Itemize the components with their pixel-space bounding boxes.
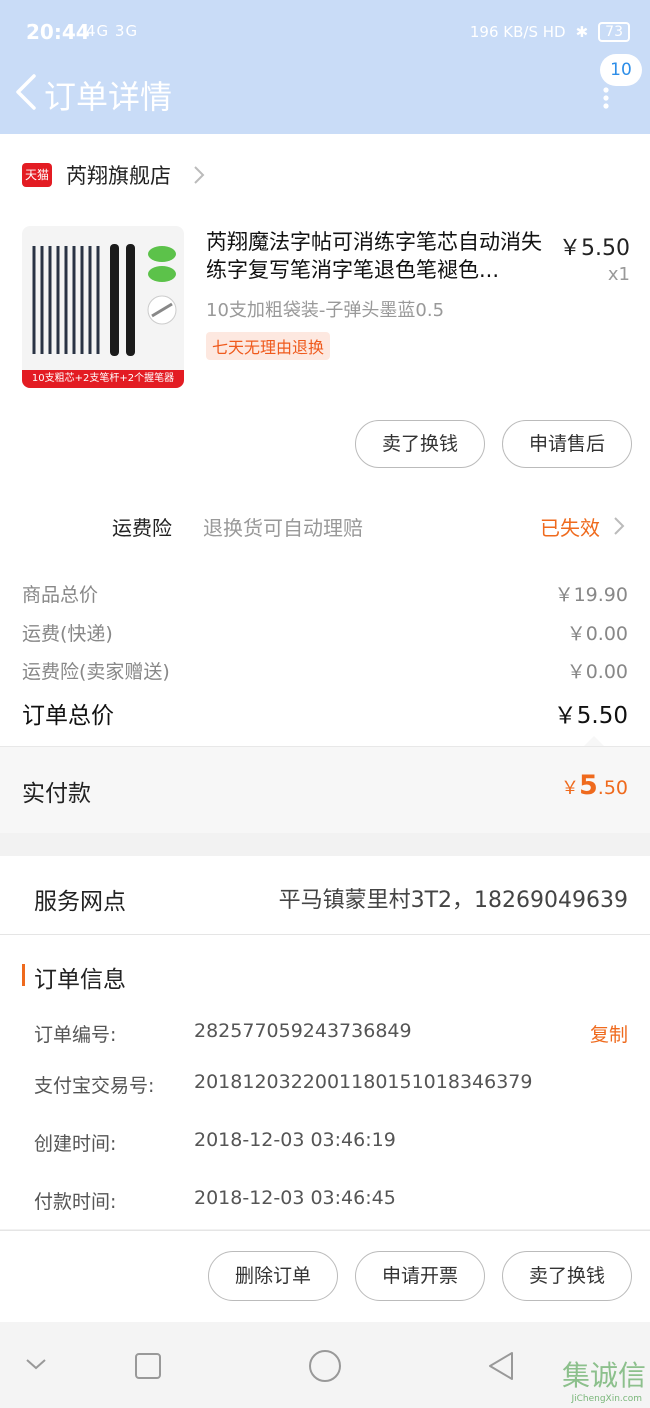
alipay-trade-number: 2018120322001180151018346379 [194,1071,533,1093]
fee-label: 商品总价 [22,584,99,606]
fee-label: 运费(快递) [22,623,113,645]
home-icon[interactable] [308,1349,342,1383]
order-info-key: 付款时间: [34,1191,117,1213]
shipping-insurance-desc: 退换货可自动理赔 [203,516,363,540]
apply-after-sale-button[interactable]: 申请售后 [502,420,632,468]
system-nav-bar [0,1322,650,1408]
return-policy-badge: 七天无理由退换 [206,332,331,360]
sell-for-cash-button[interactable]: 卖了换钱 [355,420,485,468]
status-time: 20:44 [26,20,90,44]
recent-apps-icon[interactable] [134,1352,162,1380]
tmall-icon: 天猫 [22,163,52,187]
back-icon[interactable] [10,72,44,112]
back-nav-icon[interactable] [486,1350,516,1382]
order-total-value: ￥5.50 [553,703,628,729]
product-quantity: x1 [607,264,630,285]
paid-currency: ￥ [560,778,579,799]
delete-order-button[interactable]: 删除订单 [208,1251,338,1301]
fee-value: ￥0.00 [566,623,628,645]
product-price: ￥5.50 [559,236,630,261]
watermark-logo: 集诚信 [561,1359,646,1392]
pen-set-illustration [32,244,177,356]
fee-value: ￥0.00 [566,661,628,683]
watermark-url: JiChengXin.com [571,1394,642,1404]
shipping-insurance-status[interactable]: 已失效 [540,512,600,541]
product-image-caption: 10支粗芯+2支笔杆+2个握笔器 [22,370,184,388]
page-title: 订单详情 [44,78,173,116]
chevron-down-icon[interactable] [24,1356,48,1372]
store-name[interactable]: 芮翔旗舰店 [66,160,171,190]
notch-arrow [584,736,604,746]
order-info-key: 创建时间: [34,1133,117,1155]
bluetooth-icon: ✱ [575,23,589,41]
order-info-key: 支付宝交易号: [34,1075,155,1097]
product-variant: 10支加粗袋装-子弹头墨蓝0.5 [206,300,445,321]
fee-label: 运费险(卖家赠送) [22,661,170,683]
order-info-title: 订单信息 [34,967,126,993]
product-title[interactable]: 芮翔魔法字帖可消练字笔芯自动消失练字复写笔消字笔退色笔褪色... [206,228,552,284]
paid-time: 2018-12-03 03:46:45 [194,1187,396,1209]
service-point-value: 平马镇蒙里村3T2，18269049639 [278,888,628,913]
service-point-label: 服务网点 [34,889,126,915]
product-image[interactable]: 10支粗芯+2支笔杆+2个握笔器 [22,226,184,388]
fee-value: ￥19.90 [554,584,628,606]
created-time: 2018-12-03 03:46:19 [194,1129,396,1151]
sell-for-cash-button[interactable]: 卖了换钱 [502,1251,632,1301]
order-info-key: 订单编号: [34,1024,117,1046]
status-right: 196 KB/S HD ✱ 73 [470,22,630,42]
paid-amount-label: 实付款 [22,781,91,807]
chevron-right-icon[interactable] [612,514,626,538]
message-badge[interactable]: 10 [600,54,642,86]
paid-decimal: .50 [597,777,628,799]
status-network: 4G 3G [86,22,139,40]
paid-amount-value: ￥5.50 [561,770,628,801]
chevron-right-icon[interactable] [190,162,208,188]
copy-button[interactable]: 复制 [590,1020,628,1047]
status-speed: 196 KB/S HD [469,23,566,41]
shipping-insurance-label: 运费险 [112,516,172,540]
more-icon[interactable] [598,86,614,110]
order-total-label: 订单总价 [22,703,114,729]
paid-integer: 5 [578,770,598,801]
order-number: 282577059243736849 [194,1020,412,1042]
battery-icon: 73 [598,22,630,42]
section-accent-bar [22,964,25,986]
apply-invoice-button[interactable]: 申请开票 [355,1251,485,1301]
paid-amount-row [0,746,650,833]
